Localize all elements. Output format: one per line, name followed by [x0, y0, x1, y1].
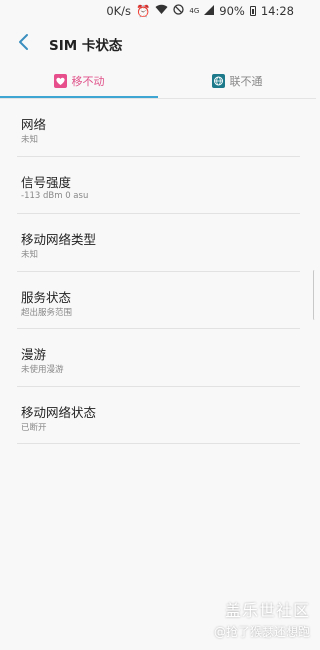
item-value: 未知 — [21, 250, 39, 260]
item-value: 超出服务范围 — [21, 307, 73, 318]
tab-sim1-label: 移不动 — [71, 75, 105, 88]
signal-icon — [204, 4, 215, 18]
watermark-user: @抢了猴瑟还想跑 — [213, 625, 310, 639]
do-not-disturb-icon — [173, 4, 185, 18]
alarm-icon: ⏰ — [136, 4, 151, 18]
item-value: 已断开 — [21, 422, 47, 433]
wifi-icon — [155, 4, 168, 18]
sim-tabs: 移不动 联不通 — [0, 64, 316, 98]
item-label: 移动网络状态 — [21, 404, 97, 420]
item-value: 未知 — [21, 135, 39, 145]
page-title: SIM 卡状态 — [49, 38, 123, 54]
item-label: 信号强度 — [21, 174, 72, 190]
list-item-network-type: 移动网络类型 未知 — [0, 214, 316, 272]
list-item-mobile-network-state: 移动网络状态 已断开 — [0, 387, 316, 444]
item-label: 服务状态 — [21, 289, 72, 305]
app-header: SIM 卡状态 — [0, 22, 316, 64]
tab-sim2[interactable]: 联不通 — [158, 64, 316, 98]
back-button[interactable] — [14, 31, 36, 53]
network-type-label: 4G — [189, 7, 200, 15]
network-speed: 0K/s — [106, 4, 132, 18]
battery-percent: 90% — [219, 4, 245, 18]
tab-sim1[interactable]: 移不动 — [0, 64, 158, 98]
scrollbar[interactable] — [313, 270, 316, 320]
tab-sim2-label: 联不通 — [229, 75, 263, 88]
item-value: -113 dBm 0 asu — [21, 190, 89, 201]
watermark: 盖乐世社区 @抢了猴瑟还想跑 — [214, 597, 310, 640]
sim1-heart-icon — [53, 74, 67, 88]
item-label: 网络 — [21, 117, 47, 132]
watermark-community: 盖乐世社区 — [224, 601, 310, 620]
sim2-globe-icon — [211, 74, 225, 88]
item-label: 移动网络类型 — [21, 232, 97, 247]
back-arrow-icon — [19, 34, 28, 50]
list-item-network: 网络 未知 — [0, 99, 316, 157]
clock: 14:28 — [260, 4, 294, 18]
list-item-signal-strength: 信号强度 -113 dBm 0 asu — [0, 157, 316, 214]
item-label: 漫游 — [21, 347, 47, 362]
list-item-service-state: 服务状态 超出服务范围 — [0, 272, 316, 329]
item-value: 未使用漫游 — [21, 365, 64, 375]
sim-status-list: 网络 未知 信号强度 -113 dBm 0 asu 移动网络类型 未知 服务状态… — [0, 99, 316, 444]
battery-icon — [249, 6, 256, 16]
status-icons: 0K/s ⏰ 4G 90% 14:28 — [106, 4, 294, 18]
divider — [17, 443, 300, 444]
status-bar: 0K/s ⏰ 4G 90% 14:28 — [0, 0, 316, 22]
list-item-roaming: 漫游 未使用漫游 — [0, 329, 316, 387]
